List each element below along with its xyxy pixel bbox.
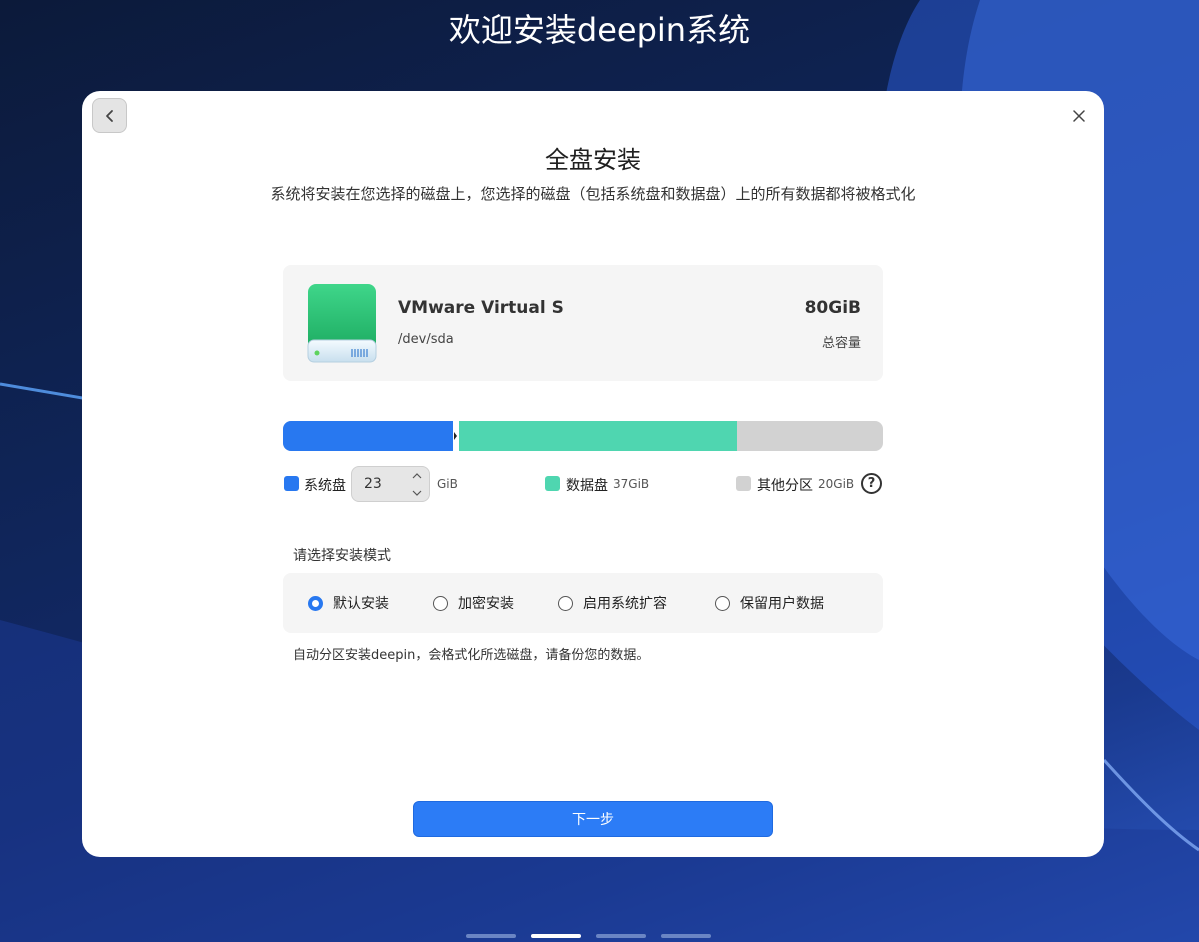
page-description: 系统将安装在您选择的磁盘上，您选择的磁盘（包括系统盘和数据盘）上的所有数据都将被…	[270, 185, 916, 203]
close-button[interactable]	[1068, 105, 1090, 127]
data-size: 37GiB	[613, 477, 650, 491]
system-swatch	[284, 476, 299, 491]
installer-dialog: 全盘安装 系统将安装在您选择的磁盘上，您选择的磁盘（包括系统盘和数据盘）上的所有…	[82, 91, 1104, 857]
radio-label: 加密安装	[458, 596, 514, 612]
disk-path: /dev/sda	[398, 332, 454, 347]
chevron-up-icon	[412, 472, 422, 478]
partition-legend: 系统盘 23 GiB 数据盘 37GiB 其他分区 20GiB ?	[283, 466, 883, 502]
partition-bar	[283, 421, 883, 451]
page-title: 全盘安装	[545, 146, 641, 174]
system-label: 系统盘	[304, 478, 346, 494]
radio-keep-user-data[interactable]: 保留用户数据	[715, 592, 824, 614]
other-swatch	[736, 476, 751, 491]
install-mode-description: 自动分区安装deepin，会格式化所选磁盘，请备份您的数据。	[293, 648, 650, 663]
radio-button[interactable]	[433, 595, 448, 611]
page-indicator-dot	[596, 934, 646, 938]
system-partition-segment	[283, 421, 453, 451]
radio-label: 启用系统扩容	[583, 596, 667, 612]
close-icon	[1073, 110, 1085, 122]
radio-button[interactable]	[558, 595, 573, 611]
radio-default-install[interactable]: 默认安装	[308, 592, 389, 614]
system-size-unit: GiB	[437, 477, 458, 491]
install-mode-title: 请选择安装模式	[293, 548, 391, 564]
radio-enable-expansion[interactable]: 启用系统扩容	[558, 592, 667, 614]
data-swatch	[545, 476, 560, 491]
other-size: 20GiB	[818, 477, 855, 491]
stepper-down-button[interactable]	[407, 484, 427, 501]
install-mode-options: 默认安装 加密安装 启用系统扩容 保留用户数据	[283, 573, 883, 633]
disk-card: VMware Virtual S /dev/sda 80GiB 总容量	[283, 265, 883, 381]
page-indicator-dot	[531, 934, 581, 938]
data-partition-segment	[459, 421, 737, 451]
stepper-up-button[interactable]	[407, 467, 427, 484]
data-label: 数据盘	[566, 478, 608, 494]
radio-label: 默认安装	[333, 596, 389, 612]
page-indicator	[466, 932, 714, 938]
back-button[interactable]	[92, 98, 127, 133]
radio-button[interactable]	[308, 595, 323, 611]
radio-encrypted-install[interactable]: 加密安装	[433, 592, 514, 614]
page-indicator-dot	[661, 934, 711, 938]
page-indicator-dot	[466, 934, 516, 938]
system-size-stepper[interactable]: 23	[351, 466, 430, 502]
radio-button[interactable]	[715, 595, 730, 611]
system-size-value[interactable]: 23	[364, 476, 382, 492]
chevron-left-icon	[105, 109, 113, 122]
window-title: 欢迎安装deepin系统	[448, 11, 751, 49]
next-button[interactable]: 下一步	[413, 801, 773, 837]
other-label: 其他分区	[757, 478, 813, 494]
disk-name: VMware Virtual S	[398, 298, 564, 318]
disk-size-label: 总容量	[821, 336, 861, 351]
help-icon[interactable]: ?	[861, 473, 882, 494]
radio-label: 保留用户数据	[740, 596, 824, 612]
chevron-down-icon	[412, 490, 422, 496]
hard-drive-icon	[307, 284, 377, 363]
disk-size: 80GiB	[804, 298, 861, 318]
